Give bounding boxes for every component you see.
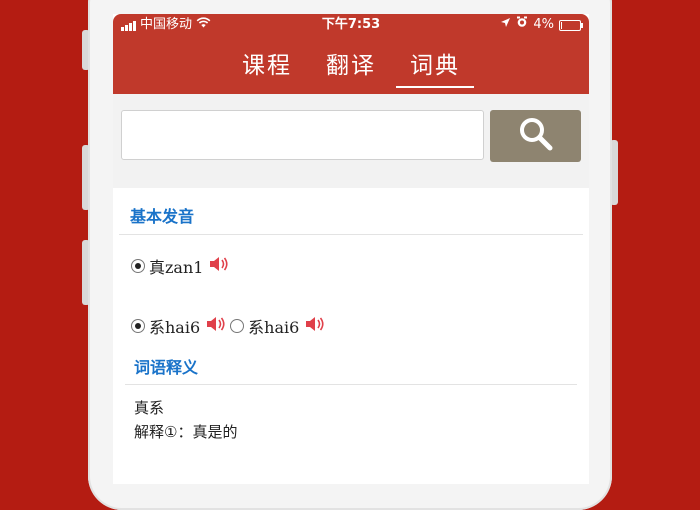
pronunciation-label: 系hai6 [248,318,300,337]
search-button[interactable] [490,110,581,162]
definition-meaning: 解释①：真是的 [134,423,238,441]
location-icon [500,14,511,36]
tab-bar: 课程 翻译 词典 [113,50,589,92]
definition-word: 真系 [134,399,165,417]
tab-courses[interactable]: 课程 [242,50,292,90]
pronunciation-title: 基本发音 [130,207,195,226]
pronunciation-row: 系hai6 系hai6 [131,314,325,338]
tab-translate[interactable]: 翻译 [326,50,376,90]
speaker-icon[interactable] [206,316,226,336]
pronunciation-radio[interactable] [230,319,245,333]
pronunciation-radio[interactable] [131,319,145,333]
status-bar: 中国移动 下午7:53 4% [113,14,589,36]
app-header: 中国移动 下午7:53 4% 课程 翻译 词典 [113,14,589,94]
speaker-icon[interactable] [305,316,325,336]
section-divider [125,384,577,385]
pronunciation-panel: 基本发音 真zan1 系hai6 系hai6 词语释义 真系 解释①：真是的 [119,188,583,484]
alarm-icon [516,14,528,36]
pronunciation-radio[interactable] [131,259,145,273]
search-row [121,110,581,164]
search-icon [518,116,554,156]
search-input[interactable] [121,110,484,160]
definition-title: 词语释义 [134,358,199,377]
pronunciation-label: 真zan1 [149,258,204,277]
battery-fill [561,21,562,29]
battery-percent: 4% [533,17,554,32]
tab-dictionary[interactable]: 词典 [396,50,474,90]
speaker-icon[interactable] [209,256,229,276]
pronunciation-label: 系hai6 [149,318,201,337]
battery-icon [559,19,583,31]
app-screen: 中国移动 下午7:53 4% 课程 翻译 词典 基本发音 真zan1 系hai6… [113,14,589,484]
section-divider [119,234,583,235]
pronunciation-row: 真zan1 [131,254,229,278]
